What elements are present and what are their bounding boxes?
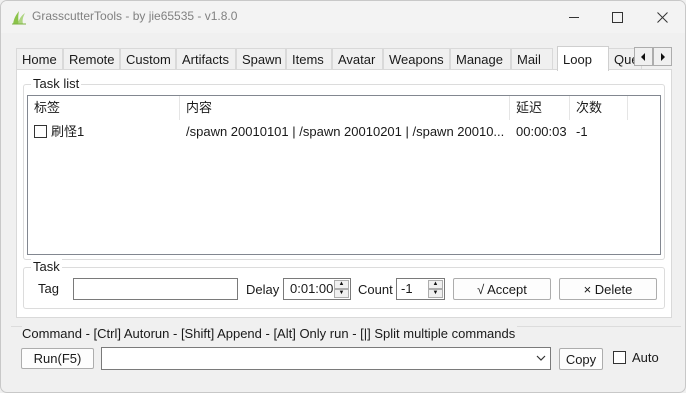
tag-input[interactable] <box>73 278 238 300</box>
tab-avatar[interactable]: Avatar <box>332 48 383 70</box>
spin-up-icon[interactable]: ▲ <box>334 280 349 289</box>
task-list-title: Task list <box>31 76 82 92</box>
count-stepper[interactable]: -1 ▲ ▼ <box>396 278 445 300</box>
delay-value: 0:01:00 <box>290 281 334 296</box>
spin-down-icon[interactable]: ▼ <box>428 289 443 298</box>
delay-spinner[interactable]: ▲ ▼ <box>334 280 349 298</box>
tab-scroll-left-button[interactable] <box>634 47 653 66</box>
minimize-button[interactable] <box>551 1 597 33</box>
count-spinner[interactable]: ▲ ▼ <box>428 280 443 298</box>
tab-weapons[interactable]: Weapons <box>383 48 450 70</box>
tab-items[interactable]: Items <box>286 48 332 70</box>
count-value: -1 <box>401 281 413 296</box>
delay-label: Delay <box>246 282 280 297</box>
row-checkbox[interactable] <box>34 125 47 138</box>
row-delay: 00:00:03 <box>516 124 567 139</box>
column-header-content[interactable]: 内容 <box>180 96 510 120</box>
tab-mail[interactable]: Mail <box>511 48 553 70</box>
tab-label: Remote <box>69 52 115 67</box>
tab-label: Home <box>22 52 57 67</box>
tab-manage[interactable]: Manage <box>450 48 511 70</box>
maximize-button[interactable] <box>594 1 640 33</box>
column-header-tag[interactable]: 标签 <box>28 96 180 120</box>
auto-checkbox[interactable] <box>613 351 626 364</box>
auto-label: Auto <box>632 350 659 365</box>
app-window: GrasscutterTools - by jie65535 - v1.8.0 … <box>0 0 686 393</box>
delay-time-picker[interactable]: 0:01:00 ▲ ▼ <box>283 278 351 300</box>
tab-label: Items <box>292 52 324 67</box>
delete-button[interactable]: × Delete <box>559 278 657 300</box>
caret-left-icon <box>641 52 645 61</box>
run-button[interactable]: Run(F5) <box>21 348 94 369</box>
tab-strip: Home Remote Custom Artifacts Spawn Items… <box>16 46 672 71</box>
copy-button[interactable]: Copy <box>559 348 603 370</box>
minimize-icon <box>568 16 579 18</box>
tab-scroll-right-button[interactable] <box>653 47 672 66</box>
table-row[interactable]: 刷怪1 /spawn 20010101 | /spawn 20010201 | … <box>28 121 660 143</box>
tab-artifacts[interactable]: Artifacts <box>176 48 236 70</box>
row-count: -1 <box>576 124 588 139</box>
close-icon <box>656 11 668 23</box>
chevron-down-icon[interactable] <box>536 353 546 363</box>
count-label: Count <box>358 282 393 297</box>
title-bar: GrasscutterTools - by jie65535 - v1.8.0 <box>1 1 685 33</box>
row-tag: 刷怪1 <box>51 124 85 139</box>
caret-right-icon <box>661 52 665 61</box>
maximize-icon <box>611 11 623 23</box>
task-group-title: Task <box>31 259 62 275</box>
tab-label: Weapons <box>389 52 444 67</box>
command-input[interactable] <box>101 347 551 370</box>
tab-label: Spawn <box>242 52 282 67</box>
command-hint: Command - [Ctrl] Autorun - [Shift] Appen… <box>22 326 518 342</box>
spin-up-icon[interactable]: ▲ <box>428 280 443 289</box>
tab-label: Avatar <box>338 52 376 67</box>
tab-loop[interactable]: Loop <box>557 46 609 71</box>
accept-button[interactable]: √ Accept <box>453 278 551 300</box>
window-title: GrasscutterTools - by jie65535 - v1.8.0 <box>32 9 238 23</box>
task-list-view[interactable]: 标签 内容 延迟 次数 刷怪1 /spawn 20010101 | /spawn… <box>27 95 661 255</box>
task-list-header: 标签 内容 延迟 次数 <box>28 96 660 120</box>
column-header-delay[interactable]: 延迟 <box>510 96 570 120</box>
tab-home[interactable]: Home <box>16 48 63 70</box>
spin-down-icon[interactable]: ▼ <box>334 289 349 298</box>
grass-app-icon <box>12 11 26 25</box>
tab-label: Artifacts <box>182 52 229 67</box>
column-header-count[interactable]: 次数 <box>570 96 628 120</box>
tab-label: Manage <box>456 52 503 67</box>
tab-label: Loop <box>563 51 592 67</box>
tag-label: Tag <box>38 281 59 296</box>
tab-label: Mail <box>517 52 541 67</box>
tab-label: Custom <box>126 52 171 67</box>
close-button[interactable] <box>639 1 685 33</box>
tab-custom[interactable]: Custom <box>120 48 176 70</box>
tab-remote[interactable]: Remote <box>63 48 120 70</box>
row-content: /spawn 20010101 | /spawn 20010201 | /spa… <box>186 124 505 139</box>
tab-spawn[interactable]: Spawn <box>236 48 286 70</box>
row-tag-cell: 刷怪1 <box>28 121 180 143</box>
